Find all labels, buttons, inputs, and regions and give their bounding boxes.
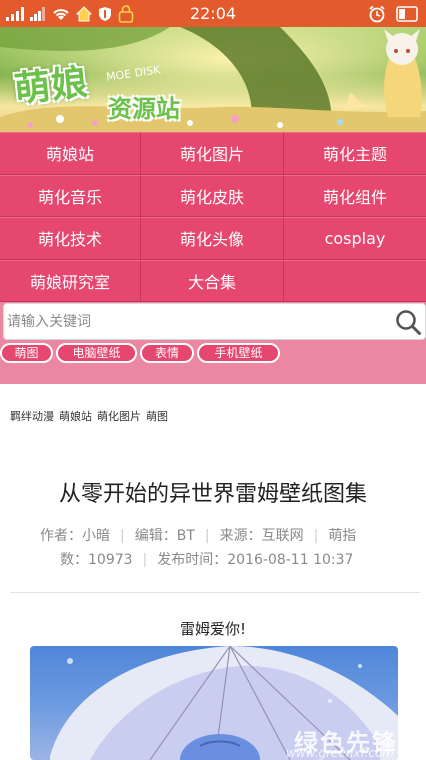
nav-item-cosplay[interactable]: cosplay	[284, 217, 426, 260]
nav-item-moe-avatars[interactable]: 萌化头像	[141, 217, 284, 260]
nav-item-collection[interactable]: 大合集	[141, 259, 284, 302]
battery-icon	[396, 6, 418, 22]
search-box	[3, 303, 426, 340]
category-nav-grid: 萌娘站 萌化图片 萌化主题 萌化音乐 萌化皮肤 萌化组件 萌化技术 萌化头像 c…	[0, 132, 426, 302]
tag-desktop-wallpaper[interactable]: 电脑壁纸	[56, 343, 137, 363]
divider	[10, 592, 420, 593]
image-caption: 雷姆爱你!	[179, 620, 246, 638]
tag-row: 萌图 电脑壁纸 表情 手机壁纸	[0, 342, 426, 384]
meta-views: 数：10973	[60, 552, 133, 568]
banner-logo-sub: 资源站	[108, 95, 180, 123]
nav-item-empty	[284, 259, 426, 302]
tag-moe-pics[interactable]: 萌图	[0, 343, 53, 363]
banner-logo-main: 萌娘	[12, 62, 91, 111]
search-input[interactable]	[7, 304, 387, 339]
meta-line-1: 作者：小暗 | 编辑：BT | 来源：互联网 | 萌指	[40, 524, 396, 548]
nav-item-moe-widgets[interactable]: 萌化组件	[284, 174, 426, 217]
status-time: 22:04	[189, 4, 237, 23]
nav-item-moe-tech[interactable]: 萌化技术	[0, 217, 141, 260]
meta-author: 作者：小暗	[40, 528, 110, 544]
meta-separator: |	[313, 528, 319, 544]
breadcrumb-item-home[interactable]: 羁绊动漫	[10, 408, 54, 424]
meta-source: 来源：互联网	[219, 528, 304, 544]
article-title: 从零开始的异世界雷姆壁纸图集	[58, 482, 367, 507]
meta-separator: |	[120, 528, 125, 544]
breadcrumb-item-station[interactable]: 萌娘站	[59, 408, 92, 424]
watermark-url: www.greenxf.com	[286, 746, 394, 760]
breadcrumb-item-images[interactable]: 萌化图片	[97, 408, 141, 424]
alarm-icon	[369, 5, 385, 23]
status-bar: 22:04	[0, 0, 426, 27]
site-banner[interactable]: 萌娘 MOE DISK 资源站	[0, 27, 426, 132]
tag-stickers[interactable]: 表情	[140, 343, 194, 363]
nav-item-moe-images[interactable]: 萌化图片	[141, 132, 284, 175]
article-image[interactable]: 绿色先锋 www.greenxf.com	[30, 646, 398, 760]
breadcrumb: 羁绊动漫 萌娘站 萌化图片 萌图	[10, 408, 168, 424]
article-meta: 作者：小暗 | 编辑：BT | 来源：互联网 | 萌指 数：10973 | 发布时间：2016-…	[40, 524, 396, 572]
meta-editor: 编辑：BT	[134, 528, 195, 544]
meta-views-label: 萌指	[328, 528, 357, 544]
meta-separator: |	[204, 528, 210, 544]
nav-item-moe-skins[interactable]: 萌化皮肤	[141, 174, 284, 217]
meta-publish-time: 发布时间：2016-08-11 10:37	[157, 552, 354, 568]
status-icons-right	[368, 4, 418, 24]
tag-phone-wallpaper[interactable]: 手机壁纸	[197, 343, 280, 363]
search-icon[interactable]	[394, 308, 422, 336]
nav-item-moe-lab[interactable]: 萌娘研究室	[0, 259, 141, 302]
breadcrumb-item-current[interactable]: 萌图	[146, 408, 168, 424]
meta-line-2: 数：10973 | 发布时间：2016-08-11 10:37	[60, 548, 396, 572]
nav-item-moe-themes[interactable]: 萌化主题	[284, 132, 426, 175]
nav-item-moeniang-station[interactable]: 萌娘站	[0, 132, 141, 175]
search-bar	[0, 302, 426, 342]
nav-item-moe-music[interactable]: 萌化音乐	[0, 174, 141, 217]
meta-separator: |	[142, 552, 148, 568]
